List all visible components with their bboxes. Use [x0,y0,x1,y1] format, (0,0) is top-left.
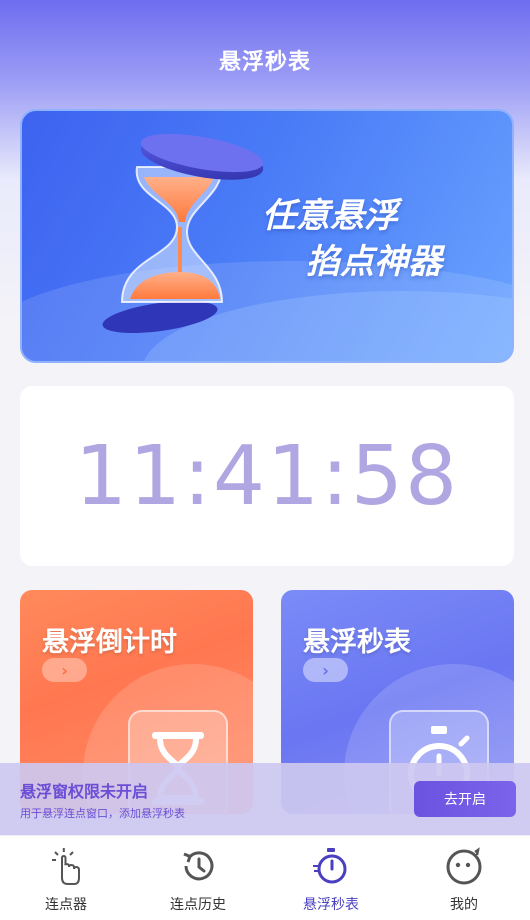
permission-title: 悬浮窗权限未开启 [20,782,149,801]
banner-line-2: 掐点神器 [306,242,442,282]
banner-slogan: 任意悬浮 掐点神器 [262,193,512,285]
tab-label: 连点历史 [170,897,226,913]
promo-banner[interactable]: 任意悬浮 掐点神器 [20,109,514,363]
chevron-right-icon[interactable]: › [42,658,87,682]
page-title: 悬浮秒表 [218,50,311,75]
permission-banner: 悬浮窗权限未开启 用于悬浮连点窗口，添加悬浮秒表 去开启 [0,763,530,835]
tab-profile[interactable]: 我的 [398,836,530,920]
tab-history[interactable]: 连点历史 [132,836,264,920]
permission-subtitle: 用于悬浮连点窗口，添加悬浮秒表 [20,807,185,820]
stopwatch-card-title: 悬浮秒表 [303,627,411,658]
tab-stopwatch[interactable]: 悬浮秒表 [265,836,397,920]
history-clock-icon [183,851,214,881]
hourglass-illustration-icon [102,133,264,334]
stopwatch-icon [313,848,347,884]
countdown-card-title: 悬浮倒计时 [42,627,177,658]
banner-line-1: 任意悬浮 [262,196,398,236]
tap-hand-icon [52,848,80,885]
tab-clicker[interactable]: 连点器 [0,836,132,920]
clock-time: 11:41:58 [74,428,460,524]
tab-label: 连点器 [45,897,87,913]
clock-card: 11:41:58 [20,386,514,566]
tab-label: 我的 [450,897,478,913]
tab-label: 悬浮秒表 [303,897,359,913]
enable-permission-button[interactable]: 去开启 [414,781,516,817]
chevron-right-icon[interactable]: › [303,658,348,682]
smiley-face-icon [446,847,482,885]
bottom-tab-bar: 连点器 连点历史 悬浮秒表 我的 [0,835,530,920]
